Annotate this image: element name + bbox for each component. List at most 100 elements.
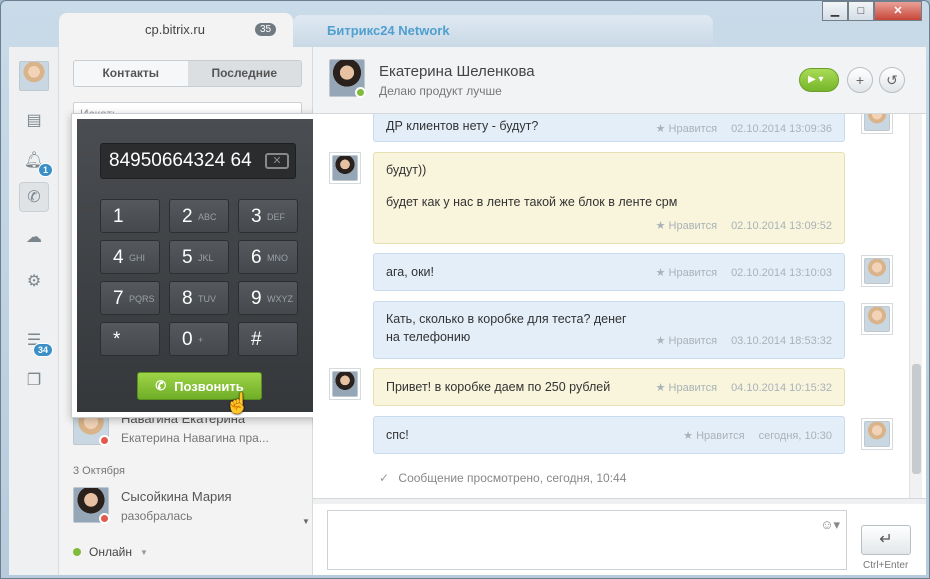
send-shortcut-hint: Ctrl+Enter: [863, 560, 909, 571]
key-digit: 8: [182, 288, 193, 309]
message-avatar: [329, 152, 361, 184]
dialpad-body: 84950664324 64 ✕ 1 2 ABC 3 DEF 4 GHI 5 JKL 6 MNO 7 P…: [77, 119, 320, 415]
avatar-icon: [19, 61, 49, 91]
status-online-icon: [355, 87, 366, 98]
message-outgoing: спс! ★ Нравится сегодня, 10:30: [373, 416, 845, 454]
key-letters: GHI: [129, 253, 146, 263]
smiley-icon[interactable]: ☺▾: [820, 517, 840, 533]
backspace-icon[interactable]: ✕: [265, 153, 289, 169]
hand-cursor-icon: ☝: [225, 393, 250, 415]
message-scrollbar[interactable]: [909, 114, 922, 498]
key-digit: 7: [113, 288, 124, 309]
contact-last-message: разобралась: [121, 509, 193, 523]
key-letters: ABC: [198, 212, 217, 222]
tasks-icon[interactable]: ☰ 34: [19, 325, 53, 357]
like-button[interactable]: ★ Нравится: [656, 267, 717, 279]
tasks-badge: 34: [32, 343, 53, 357]
dialpad-key[interactable]: 1: [100, 199, 160, 233]
dialpad-key[interactable]: 4 GHI: [100, 240, 160, 274]
chat-header: Екатерина Шеленкова Делаю продукт лучше …: [313, 47, 926, 114]
like-button[interactable]: ★ Нравится: [656, 220, 717, 232]
icon-rail: ▤ 🔔︎ 1 ✆ ☁ ⚙ ☰ 34 ❐: [9, 47, 59, 575]
cloud-disk-icon[interactable]: ☁: [19, 222, 49, 252]
message-avatar: [861, 418, 893, 450]
dialpad-key[interactable]: 8 TUV: [169, 281, 229, 315]
notifications-bell-icon[interactable]: 🔔︎ 1: [19, 145, 53, 177]
key-digit: 1: [113, 206, 124, 227]
dialpad-key[interactable]: *: [100, 322, 160, 356]
avatar-icon: [864, 114, 890, 131]
chat-area: Екатерина Шеленкова Делаю продукт лучше …: [313, 47, 926, 575]
message-text: будет как у нас в ленте такой же блок в …: [386, 195, 678, 209]
tab-cp-bitrix[interactable]: cp.bitrix.ru 35: [59, 13, 293, 47]
scroll-down-arrow-icon[interactable]: ▼: [302, 517, 310, 526]
add-user-icon[interactable]: +: [847, 67, 873, 93]
app-window: cp.bitrix.ru 35 Битрикс24 Network ▁ □ ✕ …: [0, 0, 930, 579]
status-offline-icon: [99, 435, 110, 446]
resize-handle[interactable]: [313, 498, 926, 504]
message-input[interactable]: ☺▾: [327, 510, 847, 570]
tab-contacts[interactable]: Контакты: [74, 61, 188, 86]
key-letters: PQRS: [129, 294, 155, 304]
seen-indicator: ✓ Сообщение просмотрено, сегодня, 10:44: [379, 471, 626, 485]
close-button[interactable]: ✕: [874, 1, 922, 21]
tab-bitrix24-network[interactable]: Битрикс24 Network: [293, 15, 713, 47]
like-button[interactable]: ★ Нравится: [656, 335, 717, 347]
key-digit: 0: [182, 329, 193, 350]
dialpad-key[interactable]: 0 +: [169, 322, 229, 356]
send-button[interactable]: ↵: [861, 525, 911, 555]
bookmark-icon[interactable]: ❐: [19, 365, 49, 395]
like-button[interactable]: ★ Нравится: [683, 430, 744, 442]
key-letters: DEF: [267, 212, 285, 222]
video-call-button[interactable]: ▶ ▾: [799, 68, 839, 92]
key-letters: MNO: [267, 253, 288, 263]
avatar-icon: [864, 258, 890, 284]
maximize-button[interactable]: □: [848, 1, 874, 21]
dialpad-key[interactable]: 5 JKL: [169, 240, 229, 274]
like-button[interactable]: ★ Нравится: [656, 382, 717, 394]
dialpad-key[interactable]: #: [238, 322, 298, 356]
status-selector[interactable]: Онлайн ▼: [73, 545, 148, 559]
key-digit: 5: [182, 247, 193, 268]
avatar-icon: [332, 155, 358, 181]
key-digit: 4: [113, 247, 124, 268]
message-outgoing: ДР клиентов нету - будут? ★ Нравится 02.1…: [373, 114, 845, 142]
dialpad-popup: 84950664324 64 ✕ 1 2 ABC 3 DEF 4 GHI 5 JKL 6 MNO 7 P…: [71, 113, 326, 418]
tab-recent[interactable]: Последние: [187, 61, 301, 86]
scrollbar-thumb[interactable]: [912, 364, 921, 474]
chat-contact-status: Делаю продукт лучше: [379, 84, 502, 98]
my-avatar[interactable]: [19, 61, 49, 91]
message-text: будут)): [386, 163, 427, 177]
settings-gear-icon[interactable]: ⚙: [19, 266, 49, 296]
message-incoming: Привет! в коробке даем по 250 рублей ★ Н…: [373, 368, 845, 406]
minimize-button[interactable]: ▁: [822, 1, 848, 21]
key-digit: 3: [251, 206, 262, 227]
dialpad-key[interactable]: 3 DEF: [238, 199, 298, 233]
phone-handset-icon: ✆: [155, 378, 167, 393]
phone-number-input[interactable]: 84950664324 64 ✕: [100, 143, 296, 179]
key-letters: WXYZ: [267, 294, 293, 304]
message-time: 02.10.2014 13:09:52: [731, 220, 832, 232]
avatar-icon: [864, 421, 890, 447]
messages-icon[interactable]: ▤: [19, 105, 49, 135]
message-incoming: будут)) будет как у нас в ленте такой же…: [373, 152, 845, 244]
key-digit: 9: [251, 288, 262, 309]
dialpad-key[interactable]: 2 ABC: [169, 199, 229, 233]
dialpad-key[interactable]: 7 PQRS: [100, 281, 160, 315]
message-time: 03.10.2014 18:53:32: [731, 335, 832, 347]
contact-last-message: Екатерина Навагина пра...: [121, 431, 269, 445]
contact-item[interactable]: Сысойкина Мария разобралась: [73, 487, 305, 533]
dialpad-key[interactable]: 6 MNO: [238, 240, 298, 274]
key-digit: 2: [182, 206, 193, 227]
key-digit: *: [113, 329, 121, 350]
dialpad-key[interactable]: 9 WXYZ: [238, 281, 298, 315]
enter-arrow-icon: ↵: [879, 531, 893, 548]
chat-contact-name[interactable]: Екатерина Шеленкова: [379, 63, 535, 80]
like-button[interactable]: ★ Нравится: [656, 123, 717, 135]
phone-icon[interactable]: ✆: [19, 182, 49, 212]
history-icon[interactable]: ↺: [879, 67, 905, 93]
tab-label: cp.bitrix.ru: [145, 22, 205, 37]
message-avatar: [861, 255, 893, 287]
message-time: 02.10.2014 13:09:36: [731, 123, 832, 135]
contact-name: Сысойкина Мария: [121, 489, 232, 504]
